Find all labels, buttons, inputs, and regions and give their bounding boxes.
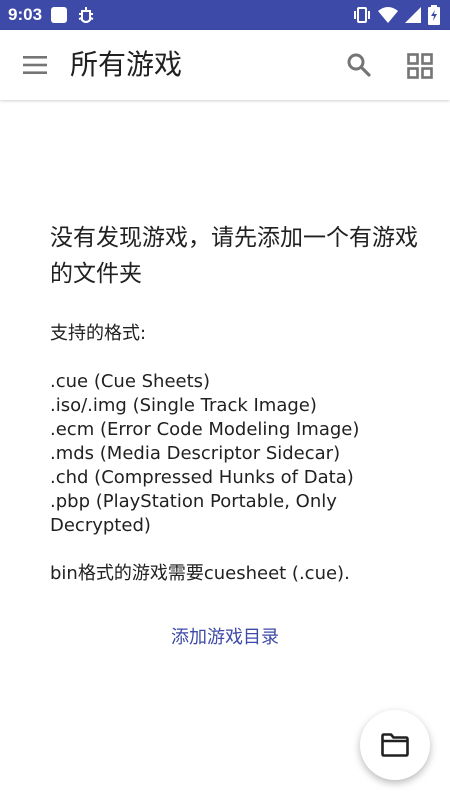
wifi-icon (378, 6, 398, 24)
bin-note: bin格式的游戏需要cuesheet (.cue). (50, 563, 350, 584)
page-title: 所有游戏 (70, 48, 183, 81)
empty-state: 没有发现游戏，请先添加一个有游戏的文件夹 支持的格式: .cue (Cue Sh… (50, 220, 420, 586)
format-item: .ecm (Error Code Modeling Image) (50, 419, 360, 440)
status-time: 9:03 (8, 5, 43, 24)
status-bar: 9:03 (0, 0, 450, 30)
grid-view-icon (407, 53, 433, 79)
grid-view-button[interactable] (404, 50, 436, 82)
menu-icon (23, 56, 47, 74)
formats-label: 支持的格式: (50, 323, 147, 344)
format-item: .chd (Compressed Hunks of Data) (50, 467, 354, 488)
menu-button[interactable] (20, 52, 50, 78)
format-item: .iso/.img (Single Track Image) (50, 395, 317, 416)
folder-icon (381, 733, 409, 757)
app-bar: 所有游戏 (0, 30, 450, 100)
square-app-icon (50, 6, 68, 24)
empty-headline: 没有发现游戏，请先添加一个有游戏的文件夹 (50, 225, 418, 287)
format-list: .cue (Cue Sheets) .iso/.img (Single Trac… (50, 370, 420, 538)
add-game-folder-link[interactable]: 添加游戏目录 (0, 625, 450, 651)
signal-icon (404, 6, 422, 24)
vibrate-icon (352, 6, 372, 24)
bug-icon (76, 5, 96, 25)
format-item: .cue (Cue Sheets) (50, 371, 211, 392)
search-button[interactable] (344, 50, 374, 80)
format-item: .mds (Media Descriptor Sidecar) (50, 443, 341, 464)
search-icon (347, 53, 371, 77)
battery-charging-icon (428, 5, 440, 25)
add-folder-fab[interactable] (360, 710, 430, 780)
format-item: .pbp (PlayStation Portable, Only Decrypt… (50, 491, 337, 536)
